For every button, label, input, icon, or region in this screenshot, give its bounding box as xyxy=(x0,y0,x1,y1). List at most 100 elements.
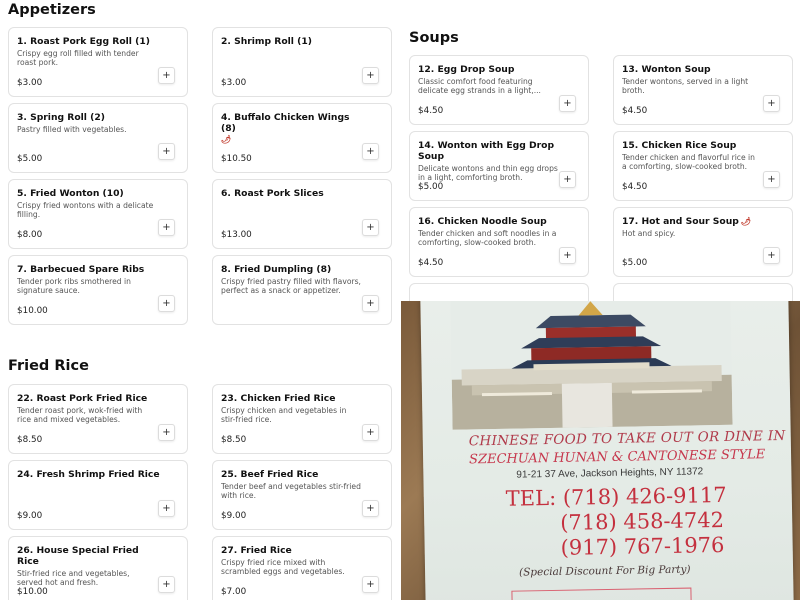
add-to-cart-button[interactable]: + xyxy=(559,95,576,112)
appetizer-item-card[interactable]: 5. Fried Wonton (10) Crispy fried wontons… xyxy=(8,179,188,249)
soup-item-card[interactable]: 13. Wonton Soup Tender wontons, served in… xyxy=(613,55,793,125)
temple-illustration xyxy=(450,301,733,430)
menu-item-title: 3. Spring Roll (2) xyxy=(17,112,179,123)
menu-item-title: 12. Egg Drop Soup xyxy=(418,64,580,75)
menu-item-title: 6. Roast Pork Slices xyxy=(221,188,383,199)
flyer-discount: (Special Discount For Big Party) xyxy=(518,563,691,579)
menu-flyer-photo: CHINESE FOOD TO TAKE OUT OR DINE IN SZEC… xyxy=(401,301,800,600)
add-to-cart-button[interactable]: + xyxy=(158,424,175,441)
menu-item-price: $8.00 xyxy=(17,230,43,240)
soup-item-card[interactable]: 16. Chicken Noodle Soup Tender chicken an… xyxy=(409,207,589,277)
menu-item-title-text: 26. House Special Fried Rice xyxy=(17,545,139,567)
menu-item-title: 2. Shrimp Roll (1) xyxy=(221,36,383,47)
menu-item-price: $8.50 xyxy=(221,435,247,445)
flyer-phone-3: (917) 767-1976 xyxy=(560,532,725,560)
menu-item-title-text: 16. Chicken Noodle Soup xyxy=(418,216,547,227)
soup-item-card[interactable]: 15. Chicken Rice Soup Tender chicken and … xyxy=(613,131,793,201)
add-to-cart-button[interactable]: + xyxy=(362,295,379,312)
menu-item-description: Tender chicken and flavorful rice in a c… xyxy=(622,154,755,171)
add-to-cart-button[interactable]: + xyxy=(158,143,175,160)
menu-item-title: 13. Wonton Soup xyxy=(622,64,784,75)
menu-item-price: $5.00 xyxy=(622,258,648,268)
menu-item-description: Tender chicken and soft noodles in a com… xyxy=(418,230,557,247)
menu-item-title: 5. Fried Wonton (10) xyxy=(17,188,179,199)
menu-item-title: 14. Wonton with Egg Drop Soup xyxy=(418,140,580,162)
fried-rice-item-card[interactable]: 25. Beef Fried Rice Tender beef and veget… xyxy=(212,460,392,530)
menu-item-price: $4.50 xyxy=(418,106,444,116)
menu-item-title-text: 4. Buffalo Chicken Wings (8) xyxy=(221,112,350,134)
menu-item-price: $4.50 xyxy=(418,258,444,268)
add-to-cart-button[interactable]: + xyxy=(158,576,175,593)
menu-item-title-text: 25. Beef Fried Rice xyxy=(221,469,319,480)
menu-item-title: 4. Buffalo Chicken Wings (8) 🌶 xyxy=(221,112,383,145)
flyer-paper: CHINESE FOOD TO TAKE OUT OR DINE IN SZEC… xyxy=(420,301,794,600)
appetizer-item-card[interactable]: 8. Fried Dumpling (8) Crispy fried pastry… xyxy=(212,255,392,325)
flyer-phone-1: TEL: (718) 426-9117 xyxy=(505,482,727,511)
menu-item-title-text: 1. Roast Pork Egg Roll (1) xyxy=(17,36,150,47)
add-to-cart-button[interactable]: + xyxy=(158,500,175,517)
menu-item-description: Crispy chicken and vegetables in stir-fr… xyxy=(221,407,347,424)
menu-item-title: 16. Chicken Noodle Soup xyxy=(418,216,580,227)
menu-item-price: $3.00 xyxy=(17,78,43,88)
add-to-cart-button[interactable]: + xyxy=(362,500,379,517)
menu-item-title-text: 23. Chicken Fried Rice xyxy=(221,393,336,404)
fried-rice-item-card[interactable]: 27. Fried Rice Crispy fried rice mixed wi… xyxy=(212,536,392,600)
menu-item-description: Crispy fried pastry filled with flavors,… xyxy=(221,278,361,295)
add-to-cart-button[interactable]: + xyxy=(362,219,379,236)
add-to-cart-button[interactable]: + xyxy=(158,67,175,84)
appetizer-item-card[interactable]: 1. Roast Pork Egg Roll (1) Crispy egg rol… xyxy=(8,27,188,97)
add-to-cart-button[interactable]: + xyxy=(763,95,780,112)
menu-item-title-text: 24. Fresh Shrimp Fried Rice xyxy=(17,469,160,480)
menu-item-title-text: 3. Spring Roll (2) xyxy=(17,112,105,123)
add-to-cart-button[interactable]: + xyxy=(763,247,780,264)
section-title-soups: Soups xyxy=(409,30,459,46)
menu-item-title: 22. Roast Pork Fried Rice xyxy=(17,393,179,404)
add-to-cart-button[interactable]: + xyxy=(158,219,175,236)
appetizer-item-card[interactable]: 7. Barbecued Spare Ribs Tender pork ribs … xyxy=(8,255,188,325)
menu-item-description: Delicate wontons and thin egg drops in a… xyxy=(418,165,558,182)
menu-item-price: $9.00 xyxy=(221,511,247,521)
menu-item-price: $10.00 xyxy=(17,587,48,597)
menu-item-price: $13.00 xyxy=(221,230,252,240)
add-to-cart-button[interactable]: + xyxy=(362,67,379,84)
chili-pepper-icon: 🌶 xyxy=(221,135,232,144)
menu-item-description: Classic comfort food featuring delicate … xyxy=(418,78,541,95)
menu-item-price: $10.50 xyxy=(221,154,252,164)
menu-item-title-text: 12. Egg Drop Soup xyxy=(418,64,515,75)
fried-rice-item-card[interactable]: 22. Roast Pork Fried Rice Tender roast po… xyxy=(8,384,188,454)
section-title-fried-rice: Fried Rice xyxy=(8,358,89,374)
add-to-cart-button[interactable]: + xyxy=(559,171,576,188)
appetizer-item-card[interactable]: 4. Buffalo Chicken Wings (8) 🌶 $10.50 + xyxy=(212,103,392,173)
add-to-cart-button[interactable]: + xyxy=(763,171,780,188)
menu-item-title: 23. Chicken Fried Rice xyxy=(221,393,383,404)
menu-item-price: $8.50 xyxy=(17,435,43,445)
appetizer-item-card[interactable]: 3. Spring Roll (2) Pastry filled with veg… xyxy=(8,103,188,173)
section-title-appetizers: Appetizers xyxy=(8,2,96,18)
menu-item-description: Crispy fried wontons with a delicate fil… xyxy=(17,202,154,219)
fried-rice-item-card[interactable]: 24. Fresh Shrimp Fried Rice $9.00 + xyxy=(8,460,188,530)
menu-item-description: Crispy fried rice mixed with scrambled e… xyxy=(221,559,345,576)
menu-item-title-text: 14. Wonton with Egg Drop Soup xyxy=(418,140,555,162)
menu-item-price: $10.00 xyxy=(17,306,48,316)
menu-item-description: Pastry filled with vegetables. xyxy=(17,126,127,134)
add-to-cart-button[interactable]: + xyxy=(158,295,175,312)
menu-item-title-text: 15. Chicken Rice Soup xyxy=(622,140,737,151)
add-to-cart-button[interactable]: + xyxy=(362,424,379,441)
menu-item-title: 1. Roast Pork Egg Roll (1) xyxy=(17,36,179,47)
appetizer-item-card[interactable]: 6. Roast Pork Slices $13.00 + xyxy=(212,179,392,249)
fried-rice-item-card[interactable]: 26. House Special Fried Rice Stir-fried r… xyxy=(8,536,188,600)
menu-item-description: Tender pork ribs smothered in signature … xyxy=(17,278,131,295)
add-to-cart-button[interactable]: + xyxy=(559,247,576,264)
menu-item-price: $4.50 xyxy=(622,182,648,192)
menu-item-title: 26. House Special Fried Rice xyxy=(17,545,179,567)
soup-item-card[interactable]: 17. Hot and Sour Soup 🌶 Hot and spicy. $5.0… xyxy=(613,207,793,277)
menu-item-price: $5.00 xyxy=(418,182,444,192)
add-to-cart-button[interactable]: + xyxy=(362,143,379,160)
fried-rice-item-card[interactable]: 23. Chicken Fried Rice Crispy chicken and… xyxy=(212,384,392,454)
appetizer-item-card[interactable]: 2. Shrimp Roll (1) $3.00 + xyxy=(212,27,392,97)
soup-item-card[interactable]: 12. Egg Drop Soup Classic comfort food fe… xyxy=(409,55,589,125)
menu-item-price: $3.00 xyxy=(221,78,247,88)
add-to-cart-button[interactable]: + xyxy=(362,576,379,593)
soup-item-card[interactable]: 14. Wonton with Egg Drop Soup Delicate wo… xyxy=(409,131,589,201)
menu-item-title: 15. Chicken Rice Soup xyxy=(622,140,784,151)
